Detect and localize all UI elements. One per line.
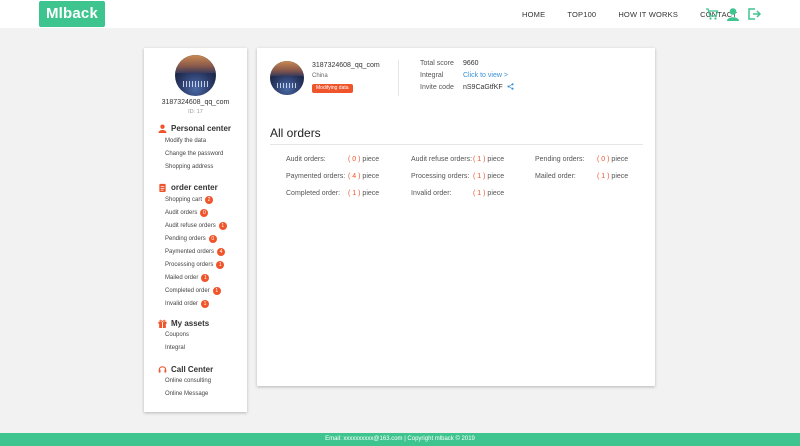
link-label: Audit refuse orders (165, 223, 216, 229)
order-stat-count: ( 1 ) piece (473, 156, 505, 163)
link-label: Pending orders (165, 236, 206, 242)
sidebar-link-invalid-order[interactable]: Invalid order 1 (165, 300, 210, 308)
order-stat-label: Invalid order: (411, 190, 452, 197)
integral-view-link[interactable]: Click to view > (463, 72, 508, 79)
order-stat-audit[interactable]: Audit orders: ( 0 ) piece (286, 156, 379, 163)
section-title: My assets (171, 319, 210, 328)
count-badge: 1 (216, 261, 225, 269)
account-sidebar: 3187324608_qq_com ID: 17 Personal center… (144, 48, 247, 412)
nav-how-it-works[interactable]: HOW IT WORKS (618, 10, 678, 19)
count-badge: 4 (217, 248, 226, 256)
nav-top100[interactable]: TOP100 (567, 10, 596, 19)
count-badge: 1 (201, 300, 210, 308)
link-label: Completed order (165, 288, 210, 294)
link-label: Invalid order (165, 301, 199, 307)
order-stat-count: ( 0 ) piece (348, 156, 380, 163)
order-stat-count: ( 1 ) piece (473, 190, 505, 197)
section-my-assets: My assets (158, 319, 209, 328)
order-stat-label: Audit orders: (286, 156, 326, 163)
modify-data-button[interactable]: Modifying data (312, 84, 353, 93)
sidebar-link-mailed-order[interactable]: Mailed order 1 (165, 274, 210, 282)
sidebar-link-paymented-orders[interactable]: Paymented orders 4 (165, 248, 226, 256)
sidebar-link-integral[interactable]: Integral (165, 345, 185, 351)
order-stat-completed[interactable]: Completed order: ( 1 ) piece (286, 190, 379, 197)
sidebar-link-audit-orders[interactable]: Audit orders 0 (165, 209, 209, 217)
section-order-center: order center (158, 183, 218, 192)
site-logo[interactable]: Mlback (39, 1, 105, 27)
count-badge: 1 (218, 222, 227, 230)
cart-icon[interactable] (705, 7, 719, 21)
order-stat-pending[interactable]: Pending orders: ( 0 ) piece (535, 156, 628, 163)
gift-icon (158, 319, 167, 328)
invite-code-label: Invite code (420, 84, 454, 91)
section-call-center: Call Center (158, 365, 213, 374)
order-stat-count: ( 0 ) piece (597, 156, 629, 163)
order-stat-paymented[interactable]: Paymented orders: ( 4 ) piece (286, 173, 379, 180)
sidebar-link-audit-refuse-orders[interactable]: Audit refuse orders 1 (165, 222, 227, 230)
link-label: Paymented orders (165, 249, 215, 255)
profile-country: China (312, 73, 328, 79)
order-stat-count: ( 4 ) piece (348, 173, 380, 180)
count-badge: 2 (205, 196, 214, 204)
count-badge: 1 (201, 274, 210, 282)
sidebar-link-shopping-cart[interactable]: Shopping cart 2 (165, 196, 214, 204)
link-label: Shopping cart (165, 197, 203, 203)
sidebar-link-completed-order[interactable]: Completed order 1 (165, 287, 221, 295)
count-badge: 0 (200, 209, 209, 217)
order-stat-label: Completed order: (286, 190, 341, 197)
count-badge: 1 (212, 287, 221, 295)
sidebar-link-shopping-address[interactable]: Shopping address (165, 164, 213, 170)
count-badge: 0 (208, 235, 217, 243)
order-stat-mailed[interactable]: Mailed order: ( 1 ) piece (535, 173, 628, 180)
share-icon[interactable] (507, 83, 514, 90)
integral-label: Integral (420, 72, 444, 79)
clipboard-icon (159, 183, 166, 192)
order-stat-label: Audit refuse orders: (411, 156, 473, 163)
section-personal-center: Personal center (158, 124, 231, 133)
profile-avatar[interactable] (270, 61, 304, 95)
sidebar-link-processing-orders[interactable]: Processing orders 1 (165, 261, 225, 269)
order-stat-label: Mailed order: (535, 173, 576, 180)
order-stat-count: ( 1 ) piece (348, 190, 380, 197)
link-label: Audit orders (165, 210, 198, 216)
sidebar-link-change-password[interactable]: Change the password (165, 151, 223, 157)
order-stat-processing[interactable]: Processing orders: ( 1 ) piece (411, 173, 504, 180)
sidebar-link-coupons[interactable]: Coupons (165, 332, 189, 338)
invite-code-value: nS9CaGtfKF (463, 84, 503, 91)
order-stat-count: ( 1 ) piece (597, 173, 629, 180)
section-title: Personal center (171, 124, 232, 133)
sidebar-link-online-consulting[interactable]: Online consulting (165, 378, 211, 384)
profile-username: 3187324608_qq_com (312, 62, 380, 69)
total-score-label: Total score (420, 60, 454, 67)
order-stat-label: Pending orders: (535, 156, 585, 163)
sidebar-link-modify-data[interactable]: Modify the data (165, 138, 206, 144)
sidebar-username: 3187324608_qq_com (161, 99, 230, 106)
all-orders-title: All orders (270, 126, 321, 140)
order-stat-invalid[interactable]: Invalid order: ( 1 ) piece (411, 190, 504, 197)
profile-divider (398, 60, 399, 96)
headset-icon (158, 366, 167, 373)
nav-home[interactable]: HOME (522, 10, 545, 19)
order-stat-label: Processing orders: (411, 173, 470, 180)
sidebar-link-online-message[interactable]: Online Message (165, 391, 208, 397)
order-stat-count: ( 1 ) piece (473, 173, 505, 180)
orders-divider (270, 144, 643, 145)
logout-icon[interactable] (747, 7, 761, 21)
sidebar-link-pending-orders[interactable]: Pending orders 0 (165, 235, 217, 243)
sidebar-avatar[interactable] (175, 55, 216, 96)
sidebar-user-id: ID: 17 (188, 109, 203, 115)
main-panel: 3187324608_qq_com China Modifying data T… (257, 48, 655, 386)
top-header: Mlback HOME TOP100 HOW IT WORKS CONTACT (0, 0, 800, 28)
order-stat-label: Paymented orders: (286, 173, 346, 180)
section-title: order center (171, 183, 218, 192)
section-title: Call Center (171, 365, 214, 374)
total-score-value: 9660 (463, 60, 479, 67)
link-label: Mailed order (165, 275, 199, 281)
link-label: Processing orders (165, 262, 214, 268)
user-icon[interactable] (726, 7, 740, 21)
order-stat-audit-refuse[interactable]: Audit refuse orders: ( 1 ) piece (411, 156, 504, 163)
page-footer: Email: xxxxxxxxxx@163.com | Copyright ml… (0, 433, 800, 446)
person-icon (158, 124, 167, 133)
